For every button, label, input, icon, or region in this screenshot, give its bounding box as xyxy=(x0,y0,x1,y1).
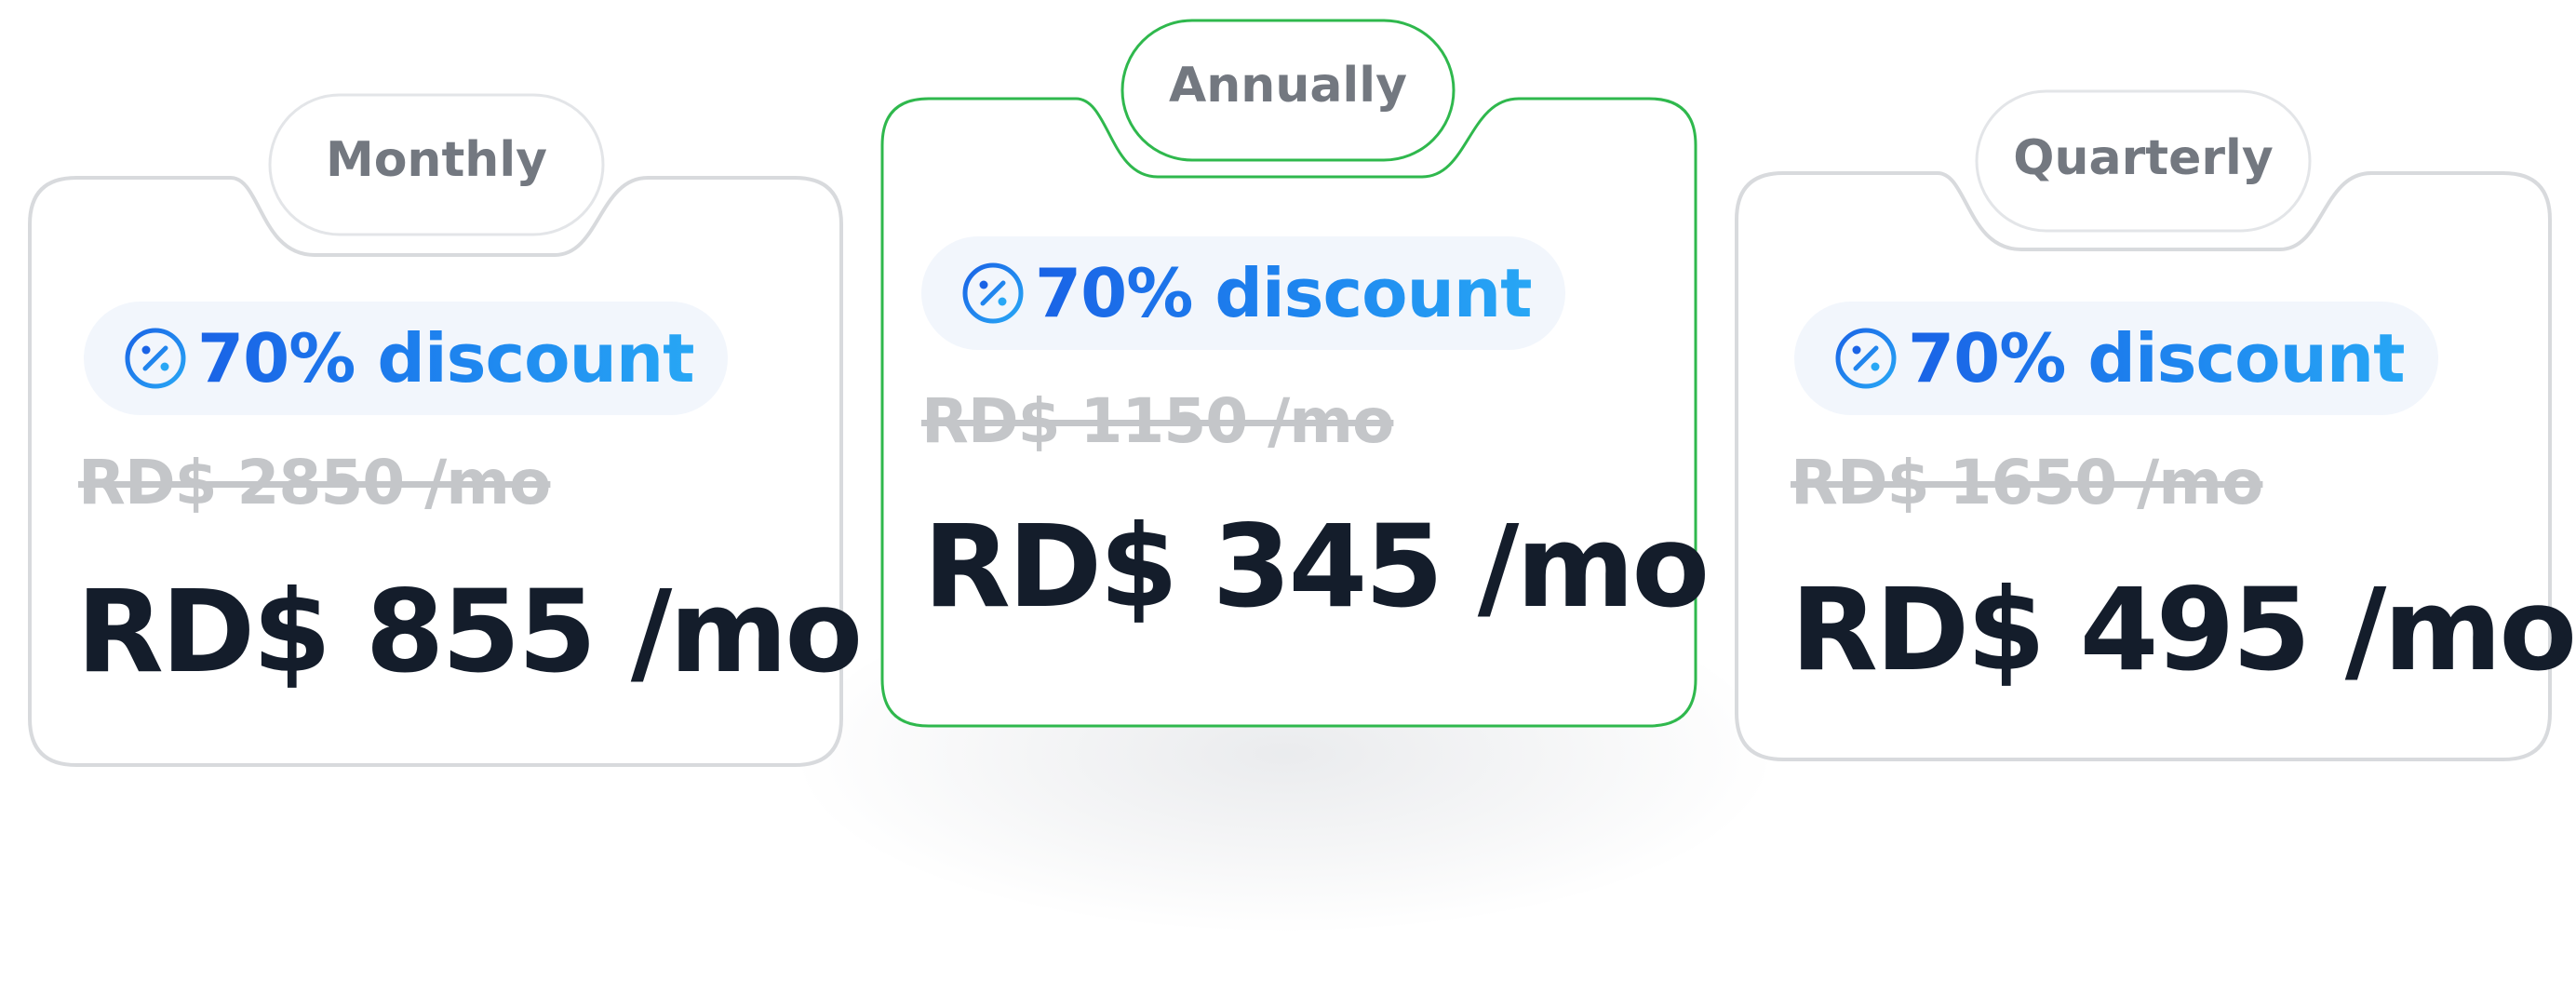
original-price: RD$ 1150 /mo xyxy=(921,385,1394,457)
tab-label-monthly: Monthly xyxy=(325,132,548,188)
discount-badge: 70% discount xyxy=(84,302,728,415)
discount-label: 70% discount xyxy=(1908,319,2406,397)
plan-card-annually[interactable]: Annually 70% discount RD$ 1150 /mo RD$ 3… xyxy=(879,17,1710,733)
tab-label-quarterly: Quarterly xyxy=(2013,130,2274,186)
discount-label: 70% discount xyxy=(1035,254,1533,332)
original-price: RD$ 2850 /mo xyxy=(78,447,551,518)
plan-price: RD$ 855 /mo xyxy=(76,566,863,698)
discount-badge: 70% discount xyxy=(1794,302,2438,415)
original-price: RD$ 1650 /mo xyxy=(1791,447,2263,518)
plan-card-monthly[interactable]: Monthly 70% discount RD$ 2850 /mo RD$ 85… xyxy=(26,91,863,769)
pricing-plans: Monthly 70% discount RD$ 2850 /mo RD$ 85… xyxy=(0,0,2576,994)
discount-badge: 70% discount xyxy=(921,236,1565,350)
discount-label: 70% discount xyxy=(197,319,695,397)
percent-badge-icon xyxy=(1835,328,1897,389)
percent-badge-icon xyxy=(962,262,1024,324)
tab-label-annually: Annually xyxy=(1169,58,1407,114)
plan-price: RD$ 495 /mo xyxy=(1791,564,2576,696)
plan-price: RD$ 345 /mo xyxy=(923,501,1710,633)
percent-badge-icon xyxy=(125,328,186,389)
plan-card-quarterly[interactable]: Quarterly 70% discount RD$ 1650 /mo RD$ … xyxy=(1733,87,2576,767)
